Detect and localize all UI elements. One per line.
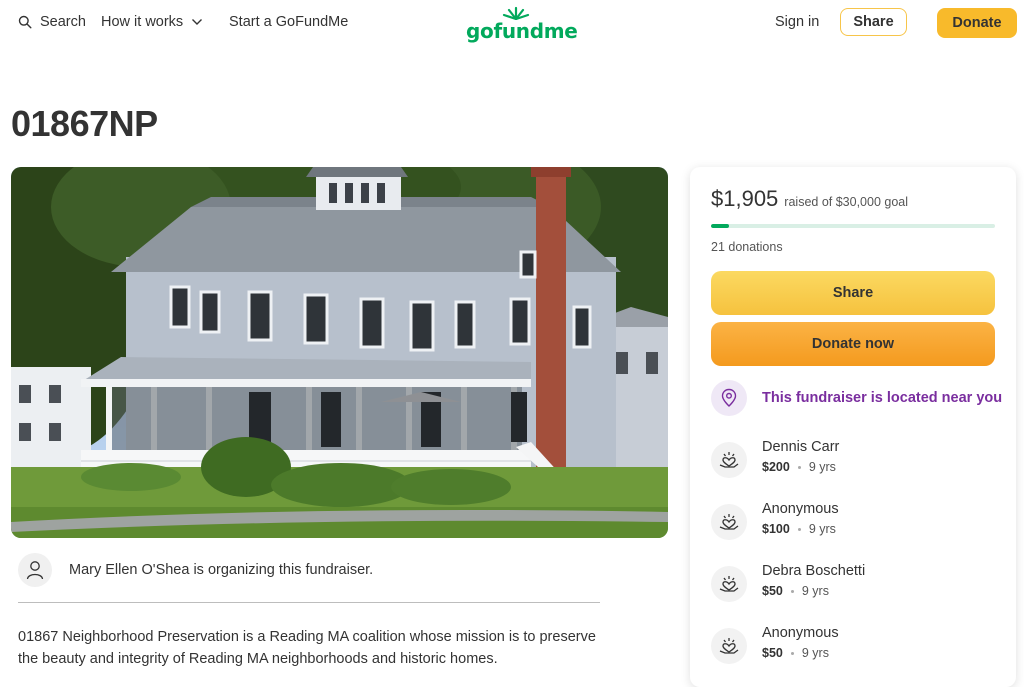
donor-name: Anonymous: [762, 501, 839, 517]
donation-meta: $200 9 yrs: [762, 460, 836, 474]
raised-goal: raised of $30,000 goal: [784, 195, 909, 209]
how-it-works-menu[interactable]: How it works: [101, 14, 203, 30]
page-title: 01867NP: [11, 103, 158, 144]
donation-time: 9 yrs: [808, 460, 836, 474]
organizer-row: Mary Ellen O'Shea is organizing this fun…: [18, 553, 373, 587]
raised-amount: $1,905: [711, 186, 779, 211]
donation-meta: $50 9 yrs: [762, 584, 829, 598]
separator-dot: [797, 527, 801, 531]
progress-bar: [711, 224, 995, 228]
donor-name: Anonymous: [762, 625, 839, 641]
top-nav: Search How it works Start a GoFundMe gof…: [0, 0, 1024, 48]
separator-dot: [797, 465, 801, 469]
donation-meta: $50 9 yrs: [762, 646, 829, 660]
user-icon: [18, 553, 52, 587]
raised-summary: $1,905 raised of $30,000 goal: [711, 186, 908, 212]
donation-card: $1,905 raised of $30,000 goal 21 donatio…: [690, 167, 1016, 687]
sign-in-link[interactable]: Sign in: [775, 14, 819, 30]
donation-time: 9 yrs: [801, 584, 829, 598]
donation-amount: $50: [762, 646, 783, 660]
share-button[interactable]: Share: [711, 271, 995, 315]
fundraiser-image[interactable]: [11, 167, 668, 538]
organizer-text: Mary Ellen O'Shea is organizing this fun…: [69, 562, 374, 578]
search-link[interactable]: Search: [18, 14, 86, 30]
donation-time: 9 yrs: [801, 646, 829, 660]
heart-hand-icon: [711, 628, 747, 664]
header-donate-button[interactable]: Donate: [937, 8, 1017, 38]
logo-text: gofundme: [466, 19, 578, 43]
donation-meta: $100 9 yrs: [762, 522, 836, 536]
location-notice: This fundraiser is located near you: [711, 380, 1002, 416]
donation-amount: $50: [762, 584, 783, 598]
separator-dot: [790, 651, 794, 655]
donation-time: 9 yrs: [808, 522, 836, 536]
heart-hand-icon: [711, 504, 747, 540]
search-label: Search: [40, 14, 86, 30]
sun-rays-icon: [502, 6, 530, 20]
donor-name: Debra Boschetti: [762, 563, 866, 579]
how-it-works-label: How it works: [101, 14, 184, 30]
heart-hand-icon: [711, 442, 747, 478]
separator-dot: [790, 589, 794, 593]
chevron-down-icon: [192, 19, 203, 25]
location-notice-text: This fundraiser is located near you: [762, 390, 1003, 406]
progress-fill: [711, 224, 730, 228]
sign-in-label: Sign in: [775, 14, 820, 30]
donor-name: Dennis Carr: [762, 439, 840, 455]
heart-hand-icon: [711, 566, 747, 602]
donation-amount: $100: [762, 522, 790, 536]
donation-amount: $200: [762, 460, 790, 474]
start-gofundme-label: Start a GoFundMe: [229, 14, 349, 30]
header-share-button[interactable]: Share: [840, 8, 907, 36]
search-icon: [18, 15, 32, 29]
donations-count: 21 donations: [711, 240, 783, 254]
gofundme-logo[interactable]: gofundme: [466, 6, 578, 43]
divider: [18, 602, 600, 603]
fundraiser-description: 01867 Neighborhood Preservation is a Rea…: [18, 629, 596, 667]
start-gofundme-link[interactable]: Start a GoFundMe: [229, 14, 348, 30]
donate-now-button[interactable]: Donate now: [711, 322, 995, 366]
location-pin-icon: [711, 380, 747, 416]
